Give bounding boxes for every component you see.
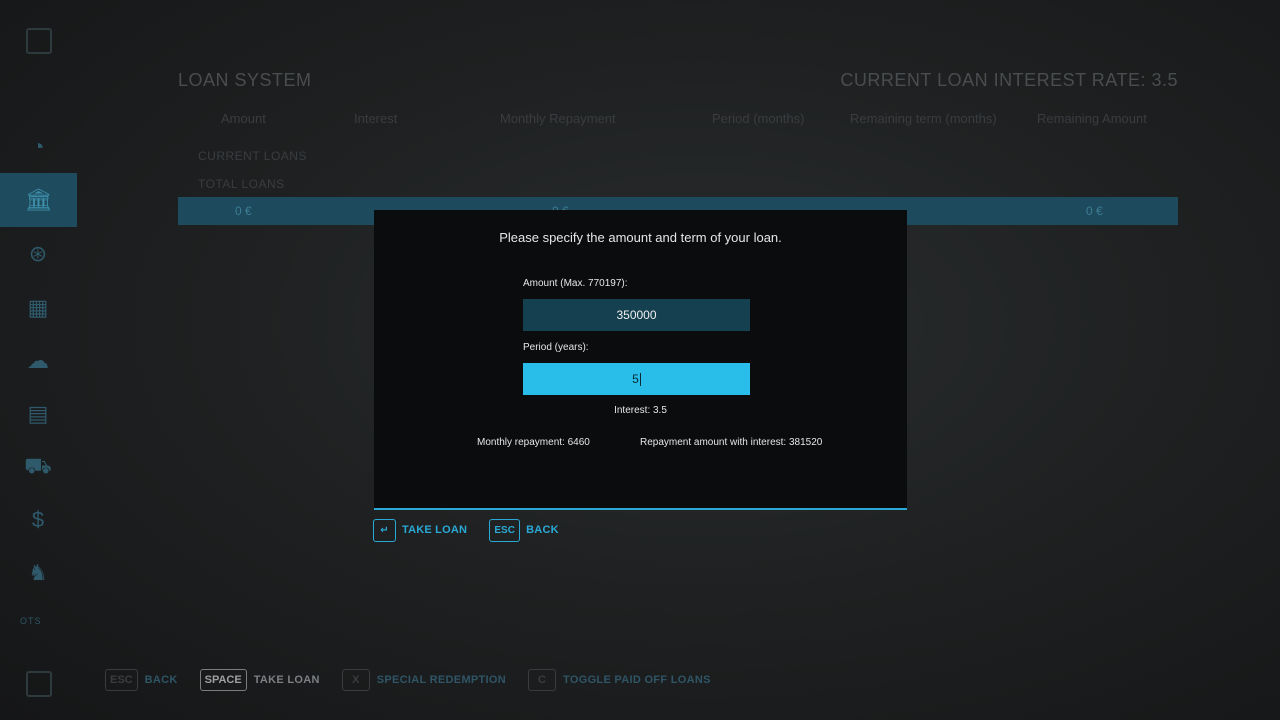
sidebar-item-finances[interactable]: 🏛 [0,173,77,227]
amount-value: 350000 [616,308,657,322]
page-title: LOAN SYSTEM [178,70,312,90]
sidebar-item-prices[interactable]: ▤ [14,394,62,434]
total-amount: 0 € [235,204,252,218]
total-remaining: 0 € [1086,204,1103,218]
period-input[interactable]: 5 [523,363,750,395]
total-loans-label: TOTAL LOANS [198,177,285,191]
special-redemption-button[interactable]: SPECIAL REDEMPTION [377,674,506,686]
sidebar-item-vehicles[interactable]: ⊛ [14,234,62,274]
esc-key-icon[interactable]: ESC [105,669,138,691]
back-button[interactable]: BACK [145,674,178,686]
period-label: Period (years): [523,342,589,353]
total-repayment-text: Repayment amount with interest: 381520 [640,437,823,448]
column-header: Amount [221,111,266,126]
column-header: Interest [354,111,398,126]
column-header: Period (months) [712,111,805,126]
dollar-icon: $ [31,507,45,532]
interest-rate-label: CURRENT LOAN INTEREST RATE: 3.5 [840,70,1178,90]
weather-icon: ☁ [27,348,49,373]
menu-home-icon[interactable] [26,28,52,54]
take-loan-dialog-button[interactable]: TAKE LOAN [402,524,467,536]
column-header: Remaining term (months) [850,111,997,126]
interest-text: Interest: 3.5 [614,405,667,416]
column-header: Monthly Repayment [500,111,616,126]
cow-icon: ♞ [28,560,48,585]
sidebar: ◔ 🏛 ⊛ ▦ ☁ ▤ ⛟ $ ♞ OTS [0,0,77,720]
amount-input[interactable]: 350000 [523,299,750,331]
chart-icon: ▤ [27,401,49,426]
gauge-icon: ◔ [31,134,45,159]
calendar-icon: ▦ [27,295,49,320]
sidebar-small-label: OTS [20,616,42,626]
space-key-icon[interactable]: SPACE [199,669,247,691]
sidebar-item-animals[interactable]: ♞ [14,553,62,593]
period-value: 5 [632,372,639,386]
menu-exit-icon[interactable] [26,671,52,697]
sidebar-item-tractor[interactable]: ⛟ [14,447,62,487]
bottom-action-bar: ESC BACK SPACE TAKE LOAN X SPECIAL REDEM… [105,668,733,692]
loan-dialog: Please specify the amount and term of yo… [374,210,907,510]
amount-label: Amount (Max. 770197): [523,278,628,289]
take-loan-button[interactable]: TAKE LOAN [254,674,320,686]
x-key-icon[interactable]: X [341,669,370,691]
c-key-icon[interactable]: C [528,669,557,691]
monthly-repayment-text: Monthly repayment: 6460 [477,437,590,448]
sidebar-item-weather[interactable]: ☁ [14,341,62,381]
tractor-icon: ⛟ [24,452,52,478]
dialog-actions: ↵ TAKE LOAN ESC BACK [373,518,581,542]
column-header: Remaining Amount [1037,111,1147,126]
esc-key-icon[interactable]: ESC [489,518,521,542]
text-caret [639,372,641,386]
bank-icon: 🏛 [24,187,53,212]
sidebar-item-stats[interactable]: ◔ [14,127,62,167]
steering-wheel-icon: ⊛ [28,241,48,266]
sidebar-item-money[interactable]: $ [14,500,62,540]
dialog-title: Please specify the amount and term of yo… [499,230,782,245]
sidebar-item-calendar[interactable]: ▦ [14,288,62,328]
toggle-paid-off-button[interactable]: TOGGLE PAID OFF LOANS [563,674,711,686]
back-dialog-button[interactable]: BACK [526,524,559,536]
enter-key-icon[interactable]: ↵ [373,518,396,542]
current-loans-label: CURRENT LOANS [198,149,307,163]
